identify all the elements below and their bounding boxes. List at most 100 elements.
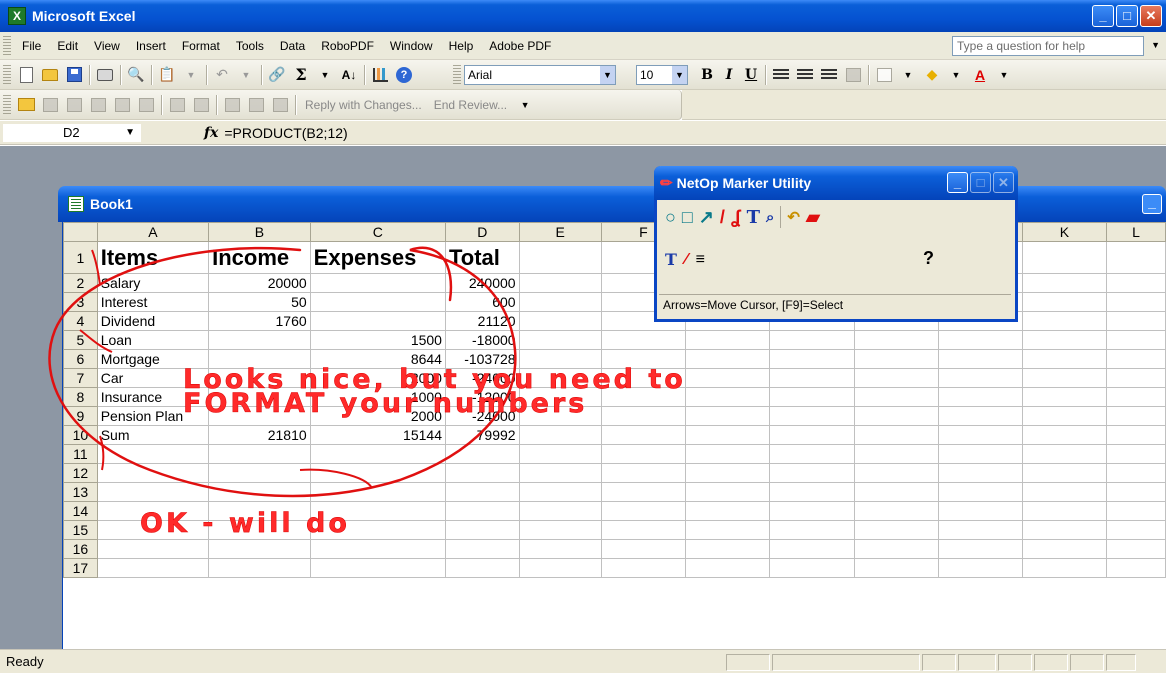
menu-data[interactable]: Data <box>272 39 313 53</box>
menu-window[interactable]: Window <box>382 39 441 53</box>
menu-tools[interactable]: Tools <box>228 39 272 53</box>
cell[interactable] <box>937 558 1023 578</box>
cell[interactable] <box>96 482 210 502</box>
cell[interactable] <box>518 482 602 502</box>
cell[interactable]: Expenses <box>309 241 446 274</box>
merge-center-icon[interactable] <box>842 64 864 86</box>
research-icon[interactable]: 🔍 <box>125 64 147 86</box>
cell[interactable]: Dividend <box>96 311 210 331</box>
cell[interactable] <box>600 425 687 445</box>
cell[interactable] <box>769 387 855 407</box>
maximize-button[interactable]: □ <box>1116 5 1138 27</box>
cell[interactable] <box>309 482 446 502</box>
cell[interactable]: -24000 <box>444 368 520 388</box>
cell[interactable] <box>853 482 939 502</box>
align-center-icon[interactable] <box>794 64 816 86</box>
save-icon[interactable] <box>63 64 85 86</box>
cell[interactable] <box>1021 501 1108 521</box>
cell[interactable] <box>208 539 311 559</box>
undo-icon[interactable]: ↶ <box>211 64 233 86</box>
cell[interactable] <box>769 501 855 521</box>
cell[interactable]: 20000 <box>208 273 311 293</box>
cell[interactable] <box>685 539 771 559</box>
toolbar-grip[interactable] <box>453 64 461 85</box>
row-header[interactable]: 17 <box>63 558 98 578</box>
reject-change-icon[interactable] <box>269 94 291 116</box>
column-header[interactable]: L <box>1106 222 1166 242</box>
cell[interactable] <box>208 349 311 369</box>
arrow-tool-icon[interactable]: ↗ <box>699 207 714 228</box>
cell[interactable] <box>853 463 939 483</box>
print-icon[interactable] <box>94 64 116 86</box>
new-icon[interactable] <box>15 64 37 86</box>
cell[interactable] <box>685 520 771 540</box>
circle-tool-icon[interactable]: ○ <box>665 207 676 228</box>
row-header[interactable]: 3 <box>63 292 98 312</box>
cell[interactable] <box>1106 241 1166 274</box>
cell[interactable] <box>1021 241 1108 274</box>
select-all-corner[interactable] <box>63 222 98 242</box>
cell[interactable]: Insurance <box>96 387 210 407</box>
cell[interactable] <box>685 349 771 369</box>
cell[interactable] <box>518 425 602 445</box>
cell[interactable] <box>1021 482 1108 502</box>
pen-color-icon[interactable]: ⁄ <box>685 251 688 269</box>
cell[interactable] <box>600 520 687 540</box>
row-header[interactable]: 8 <box>63 387 98 407</box>
cell[interactable] <box>1021 311 1108 331</box>
autosum-icon[interactable]: Σ <box>290 64 312 86</box>
cell[interactable] <box>1106 425 1166 445</box>
cell[interactable] <box>1106 387 1166 407</box>
edit-comment-icon[interactable] <box>87 94 109 116</box>
cell[interactable] <box>309 558 446 578</box>
cell[interactable] <box>208 482 311 502</box>
cell[interactable] <box>518 368 602 388</box>
cell[interactable] <box>518 520 602 540</box>
cell[interactable] <box>518 273 602 293</box>
row-header[interactable]: 11 <box>63 444 98 464</box>
cell[interactable] <box>1021 425 1108 445</box>
cell[interactable]: 2000 <box>309 406 446 426</box>
cell[interactable]: 15144 <box>309 425 446 445</box>
cell[interactable] <box>518 501 602 521</box>
cell[interactable] <box>769 520 855 540</box>
cell[interactable]: 21810 <box>208 425 311 445</box>
cell[interactable] <box>769 558 855 578</box>
cell[interactable] <box>208 501 311 521</box>
chevron-down-icon[interactable]: ▼ <box>672 65 687 84</box>
cell[interactable] <box>444 539 520 559</box>
column-header[interactable]: K <box>1021 222 1108 242</box>
cell[interactable] <box>937 501 1023 521</box>
cell[interactable] <box>769 368 855 388</box>
row-header[interactable]: 15 <box>63 520 98 540</box>
cell[interactable] <box>518 444 602 464</box>
menu-file[interactable]: File <box>14 39 49 53</box>
chevron-down-icon[interactable]: ▼ <box>600 65 615 84</box>
cell[interactable] <box>769 482 855 502</box>
cell[interactable] <box>208 387 311 407</box>
menubar-grip[interactable] <box>3 35 11 56</box>
minimize-button[interactable]: _ <box>1092 5 1114 27</box>
cell[interactable] <box>853 501 939 521</box>
cell[interactable] <box>96 463 210 483</box>
cell[interactable]: -24000 <box>444 406 520 426</box>
accept-change-icon[interactable] <box>245 94 267 116</box>
cell[interactable] <box>1106 349 1166 369</box>
toolbar-options-icon[interactable]: ▼ <box>514 94 536 116</box>
menu-format[interactable]: Format <box>174 39 228 53</box>
chart-wizard-icon[interactable] <box>369 64 391 86</box>
cell[interactable] <box>600 539 687 559</box>
cell[interactable] <box>685 444 771 464</box>
cell[interactable] <box>1021 406 1108 426</box>
magnifier-icon[interactable]: ⌕ <box>766 209 774 226</box>
cell[interactable] <box>937 520 1023 540</box>
cell[interactable] <box>600 558 687 578</box>
cell[interactable] <box>600 330 687 350</box>
cell[interactable] <box>685 406 771 426</box>
send-icon[interactable] <box>111 94 133 116</box>
cell[interactable]: Total <box>444 241 520 274</box>
formula-input[interactable]: =PRODUCT(B2;12) <box>224 125 347 141</box>
workbook-minimize-button[interactable]: _ <box>1142 194 1162 214</box>
row-header[interactable]: 12 <box>63 463 98 483</box>
cell[interactable]: 1000 <box>309 387 446 407</box>
